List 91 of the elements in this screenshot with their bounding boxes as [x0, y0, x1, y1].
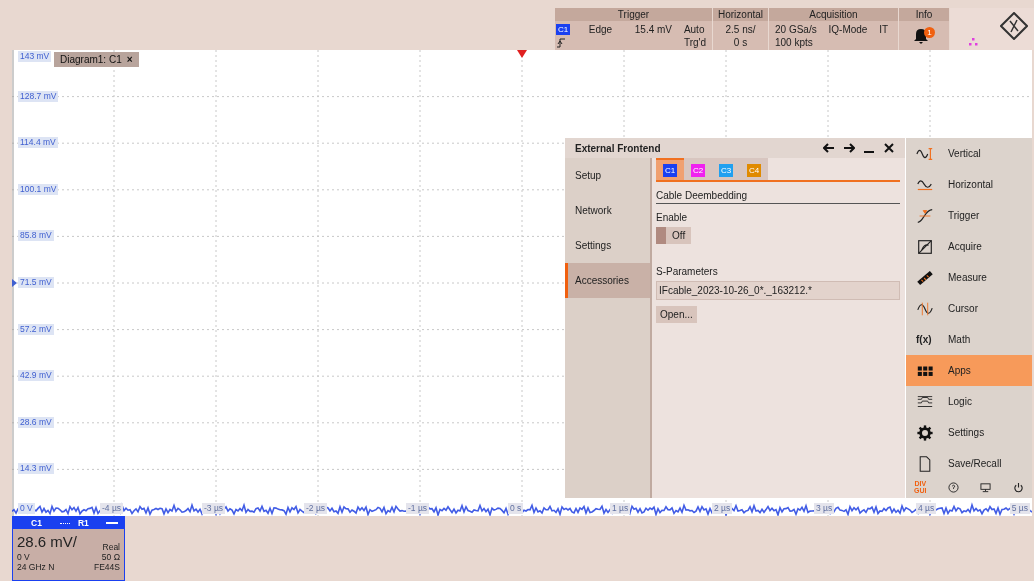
axis-label: 3 µs	[814, 503, 835, 514]
menu-item[interactable]: f(x) Math	[906, 324, 1032, 355]
monitor-icon[interactable]	[980, 481, 992, 493]
axis-label: 14.3 mV	[18, 463, 54, 475]
panel-title: Acquisition	[769, 8, 898, 21]
diamond-logo-icon	[1000, 12, 1028, 40]
sample-rate: 20 GSa/s	[775, 23, 818, 36]
axis-label: 4 µs	[916, 503, 937, 514]
info-panel[interactable]: Info 1	[899, 8, 949, 50]
axis-label: 2 µs	[712, 503, 733, 514]
diagram-tab[interactable]: Diagram1: C1 ×	[54, 52, 139, 67]
axis-label: 85.8 mV	[18, 230, 54, 242]
axis-label: 71.5 mV	[18, 277, 54, 288]
menu-item[interactable]: Measure	[906, 262, 1032, 293]
open-button[interactable]: Open...	[656, 306, 697, 323]
axis-label: -2 µs	[304, 503, 328, 514]
logic-icon	[916, 393, 934, 410]
nav-item[interactable]: Network	[565, 193, 650, 228]
acquire-icon	[916, 238, 934, 255]
field-label: S-Parameters	[656, 266, 719, 277]
time-position: 0 s	[732, 36, 749, 49]
notification-count: 1	[924, 26, 935, 38]
help-icon[interactable]	[947, 481, 959, 493]
axis-label: 143 mV	[18, 51, 52, 62]
trigger-type: Edge	[587, 23, 614, 36]
close-icon[interactable]	[883, 142, 895, 154]
acquisition-type: Real	[101, 542, 120, 552]
axis-label: 42.9 mV	[18, 370, 54, 382]
dialog-title: External Frontend	[575, 142, 661, 154]
trigger-state: Trg'd	[683, 36, 706, 49]
nav-item[interactable]: Accessories	[565, 263, 650, 298]
trigger-mode: Auto	[683, 23, 706, 36]
menu-item[interactable]: Save/Recall	[906, 448, 1032, 479]
axis-label: 100.1 mV	[18, 183, 59, 195]
rising-edge-icon	[556, 37, 566, 48]
panel-title: Trigger	[555, 8, 712, 21]
axis-label: -4 µs	[100, 503, 124, 514]
axis-label: -3 µs	[202, 503, 226, 514]
reference-label: R1	[77, 518, 89, 528]
axis-label: -1 µs	[406, 503, 430, 514]
menu-item[interactable]: Cursor	[906, 293, 1032, 324]
axis-label: 0 V	[18, 503, 35, 514]
settings-icon	[916, 424, 934, 441]
axis-label: 1 µs	[610, 503, 631, 514]
section-heading: Cable Deembedding	[656, 190, 900, 204]
axis-label: 128.7 mV	[18, 90, 59, 102]
axis-label: 114.4 mV	[18, 137, 58, 149]
impedance-value: 50 Ω	[100, 552, 120, 562]
network-icon	[968, 38, 978, 46]
trigger-curve-icon	[916, 207, 934, 224]
time-scale: 2.5 ns/	[724, 23, 757, 36]
field-label: Enable	[656, 212, 689, 223]
channel-badge: C1	[556, 24, 570, 35]
menu-item[interactable]: Acquire	[906, 231, 1032, 262]
menu-item[interactable]: Settings	[906, 417, 1032, 448]
axis-label: 5 µs	[1009, 503, 1030, 514]
acquisition-panel[interactable]: Acquisition 20 GSa/s IQ-Mode IT 100 kpts	[769, 8, 898, 50]
offset-value: 0 V	[17, 552, 31, 562]
cursor-icon	[916, 300, 934, 317]
horizontal-panel[interactable]: Horizontal 2.5 ns/ 0 s	[713, 8, 768, 50]
axis-label: 28.6 mV	[18, 416, 54, 428]
menu-item[interactable]: Trigger	[906, 200, 1032, 231]
bandwidth-value: 24 GHz N	[17, 562, 56, 572]
function-icon: f(x)	[916, 334, 934, 345]
trigger-panel[interactable]: Trigger C1 Edge 15.4 mV Auto Trg'd	[555, 8, 712, 50]
file-field[interactable]: IFcable_2023-10-26_0*._163212.*	[656, 281, 900, 300]
power-icon[interactable]	[1013, 481, 1024, 493]
channel-card[interactable]: C1 R1 28.6 mV/ Real 0 V 50 Ω 24 GHz N FE44S	[12, 516, 125, 581]
ruler-icon	[916, 269, 934, 286]
menu-item[interactable]: Vertical	[906, 138, 1032, 169]
trigger-level: 15.4 mV	[633, 23, 674, 36]
probe-name: FE44S	[94, 562, 120, 572]
nav-item[interactable]: Setup	[565, 158, 650, 193]
panel-title: Horizontal	[713, 8, 768, 21]
sine-vertical-icon	[916, 145, 934, 162]
nav-item[interactable]: Settings	[565, 228, 650, 263]
acquisition-mode: IQ-Mode	[828, 23, 869, 36]
forward-arrow-icon[interactable]	[843, 142, 855, 154]
trigger-marker-icon	[517, 50, 527, 58]
acquisition-indicator-text: IT	[879, 23, 890, 36]
back-arrow-icon[interactable]	[823, 142, 835, 154]
channel-label: C1	[31, 518, 42, 528]
menu-item[interactable]: Horizontal	[906, 169, 1032, 200]
menu-item[interactable]: Apps	[906, 355, 1032, 386]
axis-label: 57.2 mV	[18, 323, 54, 335]
channel-tab[interactable]: C1	[656, 158, 684, 180]
axis-label: 0 s	[508, 503, 524, 514]
vertical-scale: 28.6 mV/	[17, 532, 79, 552]
record-length: 100 kpts	[775, 36, 814, 49]
menu-item[interactable]: Logic	[906, 386, 1032, 417]
panel-title: Info	[899, 8, 949, 21]
